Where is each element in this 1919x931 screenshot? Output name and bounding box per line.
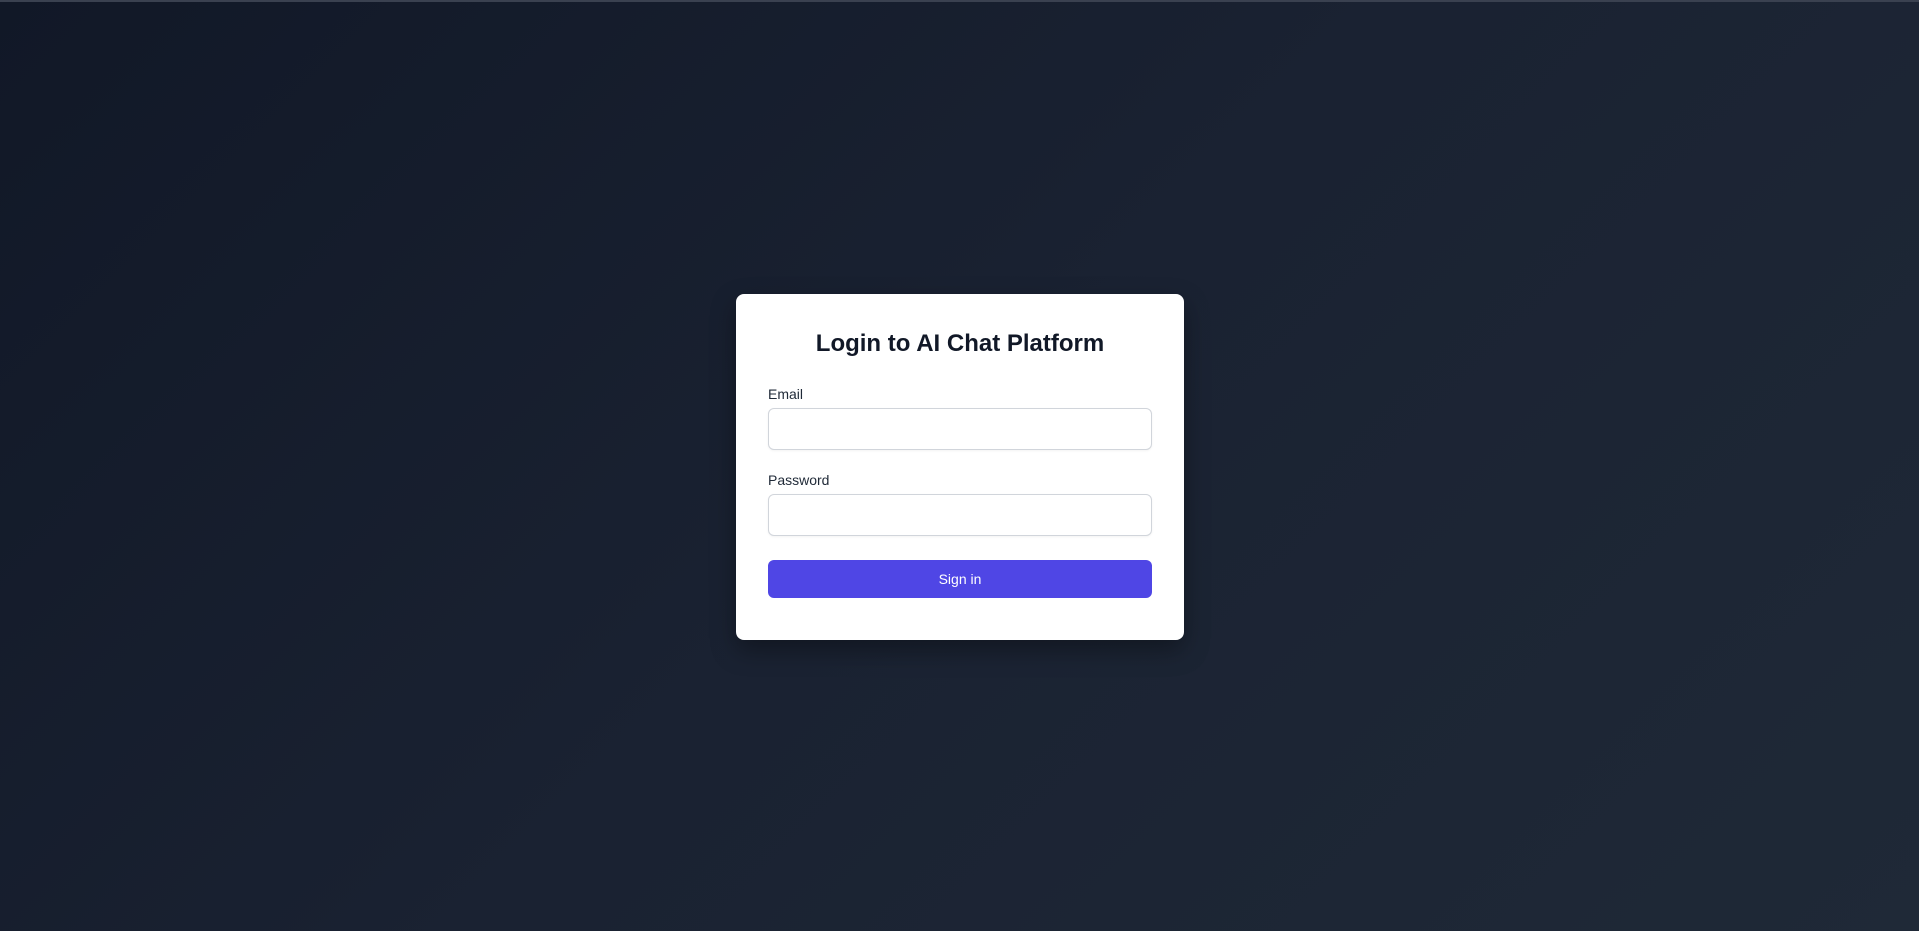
email-field[interactable] [768, 408, 1152, 450]
sign-in-button[interactable]: Sign in [768, 560, 1152, 598]
password-field[interactable] [768, 494, 1152, 536]
window-top-edge [0, 0, 1919, 2]
email-label: Email [768, 386, 804, 402]
login-card: Login to AI Chat Platform Email Password… [736, 294, 1184, 640]
password-label: Password [768, 472, 830, 488]
email-field-group: Email [768, 384, 1152, 450]
login-title: Login to AI Chat Platform [815, 330, 1105, 357]
password-field-group: Password [768, 470, 1152, 536]
